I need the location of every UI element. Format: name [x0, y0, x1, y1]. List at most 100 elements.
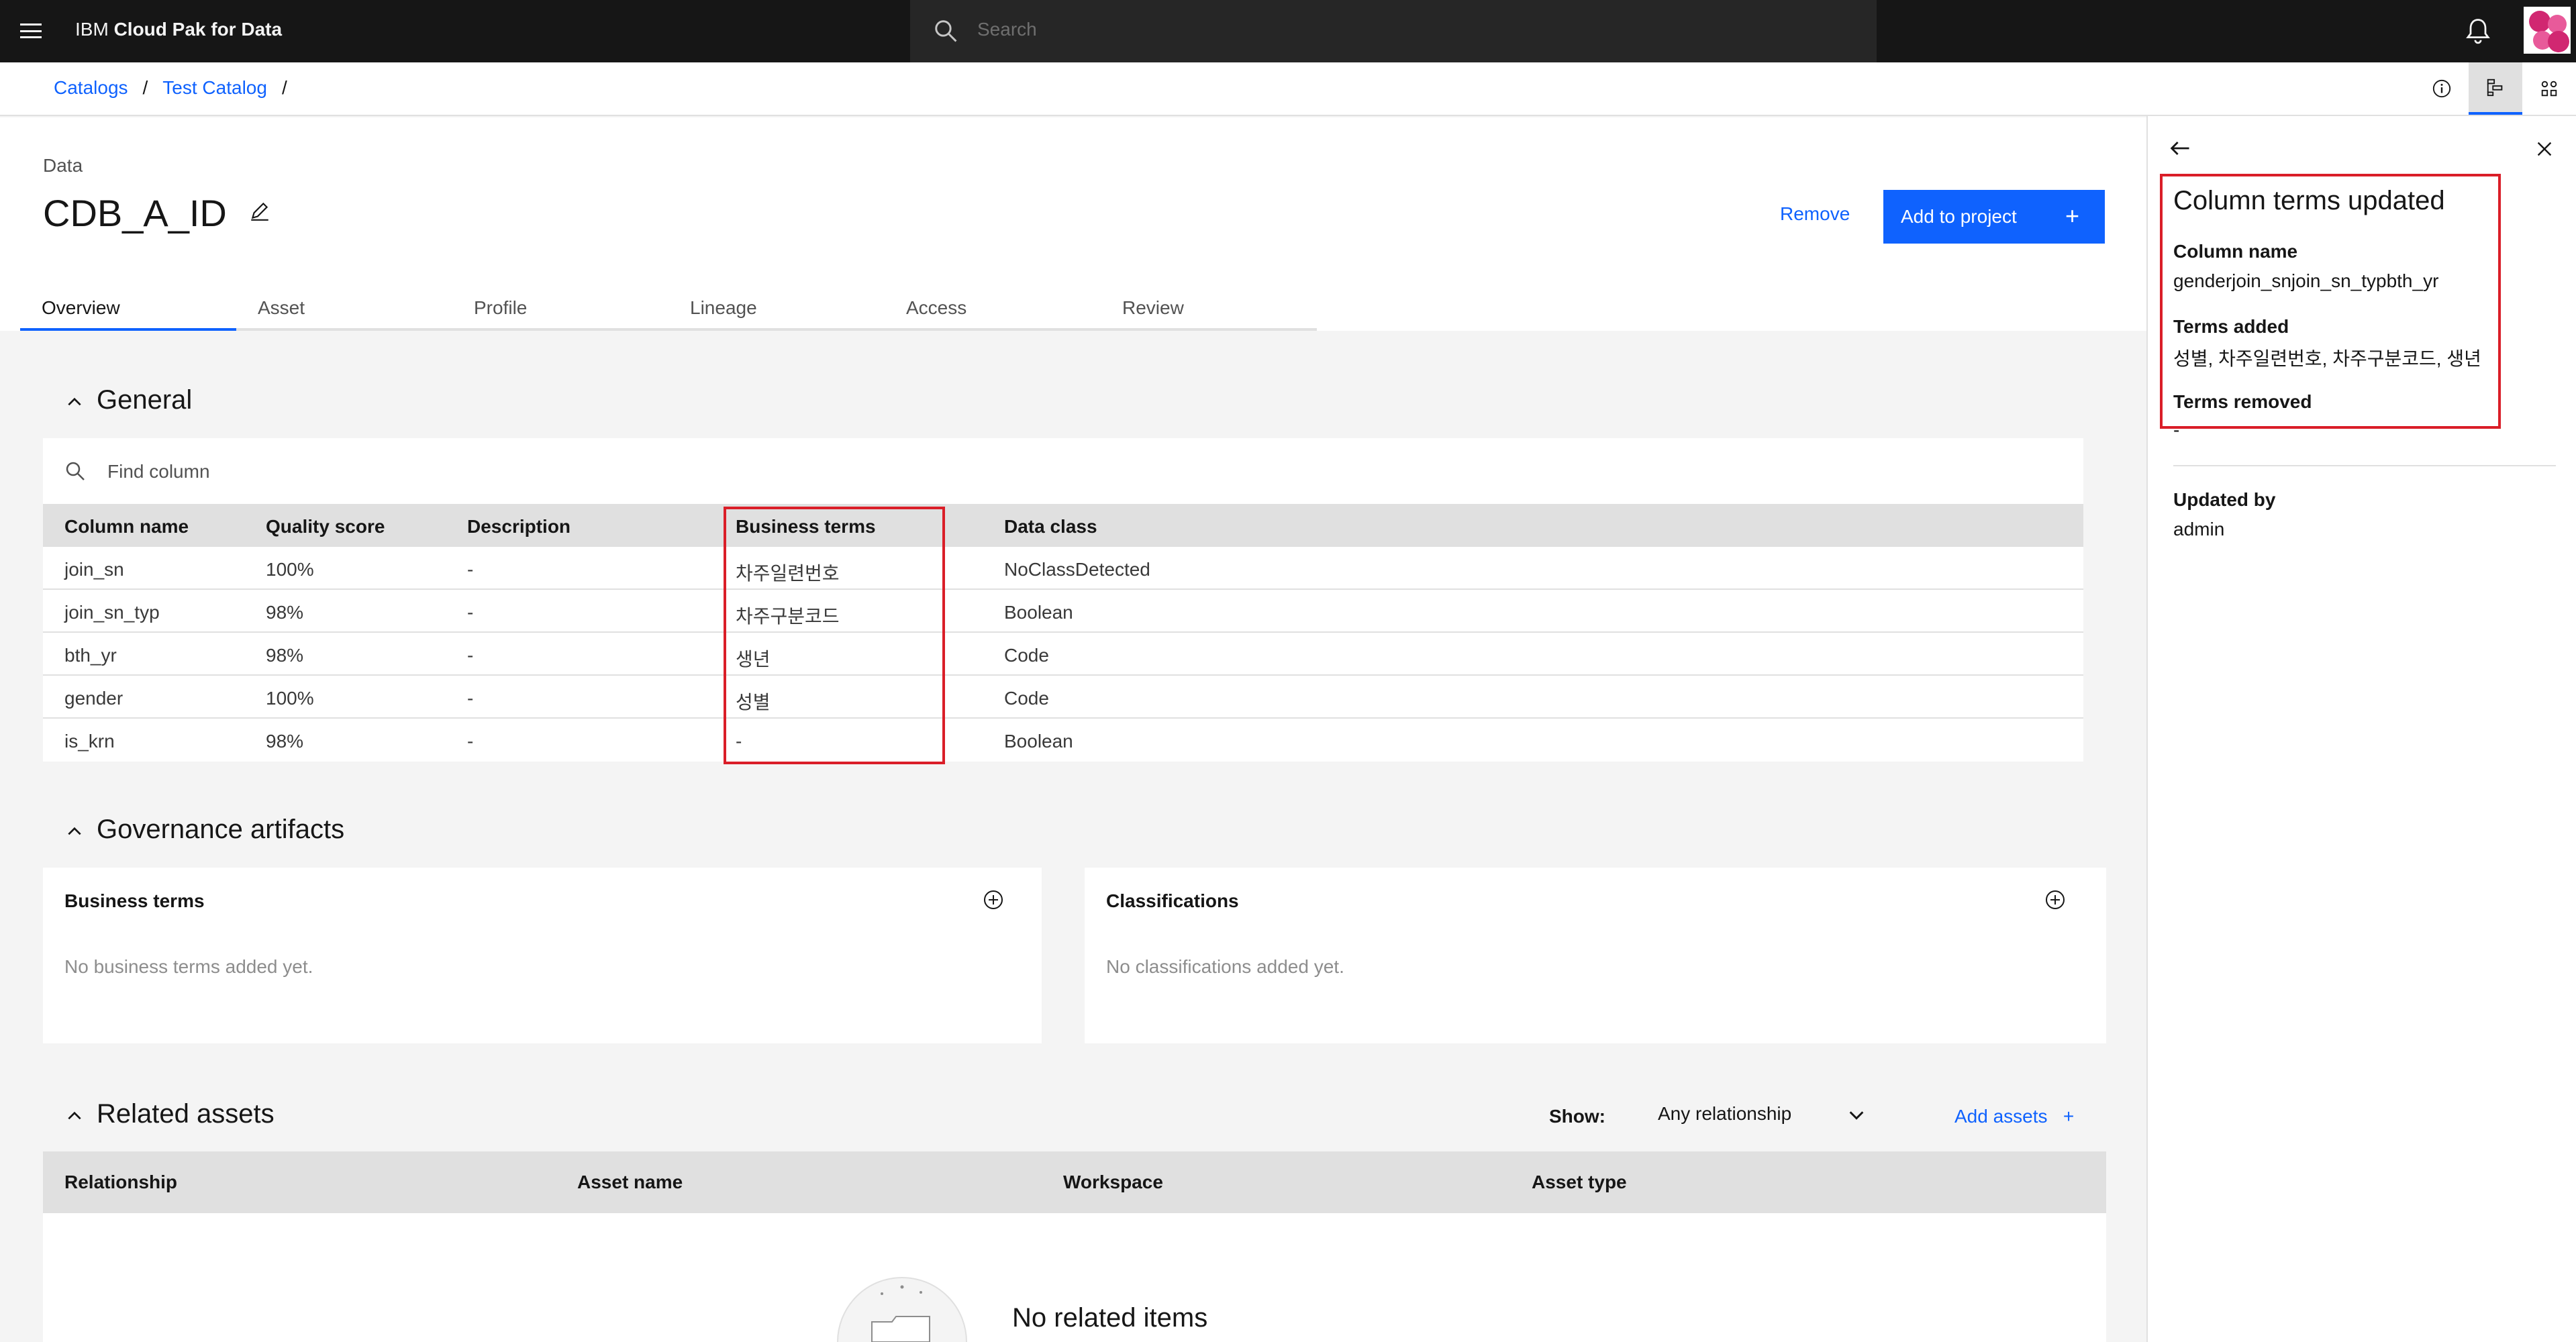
- updated-by-label: Updated by: [2173, 489, 2276, 510]
- breadcrumb-separator: /: [142, 77, 148, 98]
- empty-state-text: No related items: [1012, 1303, 1208, 1333]
- cell-column-name: is_krn: [64, 731, 115, 752]
- asset-header: Data CDB_A_ID Remove Add to project + Ov…: [0, 117, 2146, 331]
- find-column-input[interactable]: Find column: [107, 461, 210, 482]
- cell-column-name: join_sn: [64, 559, 124, 580]
- info-button[interactable]: [2415, 62, 2469, 115]
- classifications-card: Classifications No classifications added…: [1085, 868, 2106, 1043]
- updated-by-value: admin: [2173, 519, 2225, 539]
- tab-lineage[interactable]: Lineage: [668, 285, 885, 331]
- add-circle-icon[interactable]: [983, 889, 1004, 911]
- tab-profile[interactable]: Profile: [452, 285, 668, 331]
- related-table-header: Relationship Asset name Workspace Asset …: [43, 1151, 2106, 1213]
- global-search[interactable]: Search: [910, 0, 1877, 62]
- column-header[interactable]: Asset type: [1532, 1172, 1627, 1193]
- cell-quality-score: 98%: [266, 602, 304, 623]
- cell-data-class: Boolean: [1004, 602, 1073, 623]
- back-arrow-icon[interactable]: [2168, 136, 2192, 160]
- table-header: Column name Quality score Description Bu…: [43, 504, 2083, 547]
- business-terms-highlight: [724, 507, 945, 764]
- columns-table: Find column Column name Quality score De…: [43, 438, 2083, 762]
- menu-icon[interactable]: [20, 20, 42, 42]
- brand-name[interactable]: IBM Cloud Pak for Data: [75, 19, 282, 40]
- classifications-title: Classifications: [1106, 890, 1239, 911]
- cell-quality-score: 100%: [266, 559, 314, 580]
- edit-icon[interactable]: [248, 199, 271, 222]
- section-related-title[interactable]: Related assets: [97, 1099, 275, 1129]
- add-circle-icon[interactable]: [2044, 889, 2066, 911]
- breadcrumb: Catalogs / Test Catalog /: [54, 77, 287, 99]
- info-icon: [2432, 79, 2451, 98]
- search-icon: [66, 462, 85, 480]
- activity-icon: [2487, 79, 2503, 97]
- chevron-down-icon[interactable]: [1847, 1106, 1866, 1125]
- related-items-button[interactable]: [2522, 62, 2576, 115]
- section-general-title[interactable]: General: [97, 385, 192, 415]
- cell-quality-score: 98%: [266, 731, 304, 752]
- add-to-project-button[interactable]: Add to project +: [1883, 190, 2105, 244]
- top-header: IBM Cloud Pak for Data Search: [0, 0, 2576, 62]
- business-terms-card: Business terms No business terms added y…: [43, 868, 1042, 1043]
- cell-data-class: Code: [1004, 688, 1049, 709]
- remove-button[interactable]: Remove: [1780, 203, 1850, 225]
- business-terms-title: Business terms: [64, 890, 205, 911]
- table-row[interactable]: is_krn 98% - - Boolean: [43, 719, 2083, 762]
- tab-overview[interactable]: Overview: [20, 285, 236, 331]
- add-icon: +: [2065, 202, 2079, 229]
- column-header[interactable]: Relationship: [64, 1172, 177, 1193]
- cell-data-class: Boolean: [1004, 731, 1073, 752]
- close-icon[interactable]: [2534, 139, 2555, 159]
- cell-description: -: [467, 602, 474, 623]
- find-column-field[interactable]: Find column: [43, 438, 2083, 504]
- activity-panel: Column terms updated Column name genderj…: [2146, 116, 2576, 1342]
- activity-button[interactable]: [2469, 62, 2522, 115]
- chevron-up-icon[interactable]: [66, 823, 83, 840]
- tab-asset[interactable]: Asset: [236, 285, 452, 331]
- table-row[interactable]: join_sn 100% - 차주일련번호 NoClassDetected: [43, 547, 2083, 590]
- breadcrumb-bar: Catalogs / Test Catalog /: [0, 62, 2576, 116]
- cell-description: -: [467, 645, 474, 666]
- classifications-empty-text: No classifications added yet.: [1106, 956, 1344, 977]
- breadcrumb-separator: /: [281, 77, 287, 98]
- table-row[interactable]: join_sn_typ 98% - 차주구분코드 Boolean: [43, 590, 2083, 633]
- search-input[interactable]: Search: [977, 19, 1037, 40]
- column-header[interactable]: Data class: [1004, 516, 1097, 537]
- add-assets-button[interactable]: Add assets +: [1954, 1106, 2074, 1127]
- column-header[interactable]: Workspace: [1063, 1172, 1163, 1193]
- search-icon: [935, 20, 957, 42]
- cell-quality-score: 100%: [266, 688, 314, 709]
- chevron-up-icon[interactable]: [66, 393, 83, 411]
- tab-review[interactable]: Review: [1101, 285, 1317, 331]
- add-icon: +: [2063, 1106, 2075, 1127]
- cell-description: -: [467, 688, 474, 709]
- table-row[interactable]: bth_yr 98% - 생년 Code: [43, 633, 2083, 676]
- tab-list: Overview Asset Profile Lineage Access Re…: [20, 285, 1317, 331]
- cell-column-name: join_sn_typ: [64, 602, 160, 623]
- cell-description: -: [467, 559, 474, 580]
- column-header[interactable]: Quality score: [266, 516, 385, 537]
- column-header[interactable]: Column name: [64, 516, 189, 537]
- cell-column-name: gender: [64, 688, 123, 709]
- page-title: CDB_A_ID: [43, 192, 227, 234]
- tab-access[interactable]: Access: [885, 285, 1101, 331]
- cell-data-class: Code: [1004, 645, 1049, 666]
- breadcrumb-catalogs[interactable]: Catalogs: [54, 77, 128, 99]
- breadcrumb-test-catalog[interactable]: Test Catalog: [162, 77, 267, 99]
- relationship-icon: [2541, 81, 2557, 97]
- section-governance-title[interactable]: Governance artifacts: [97, 815, 344, 845]
- cell-description: -: [467, 731, 474, 752]
- chevron-up-icon[interactable]: [66, 1107, 83, 1125]
- business-terms-empty-text: No business terms added yet.: [64, 956, 313, 977]
- add-to-project-label: Add to project: [1901, 206, 2017, 227]
- cell-data-class: NoClassDetected: [1004, 559, 1150, 580]
- column-header[interactable]: Asset name: [577, 1172, 683, 1193]
- divider: [2173, 465, 2556, 466]
- cell-quality-score: 98%: [266, 645, 304, 666]
- table-row[interactable]: gender 100% - 성별 Code: [43, 676, 2083, 719]
- update-details-highlight: [2160, 174, 2501, 429]
- column-header[interactable]: Description: [467, 516, 571, 537]
- empty-folder-illustration: [837, 1277, 967, 1342]
- avatar[interactable]: [2524, 7, 2571, 54]
- notification-bell-icon[interactable]: [2463, 16, 2493, 46]
- relationship-filter-dropdown[interactable]: Any relationship: [1658, 1103, 1791, 1125]
